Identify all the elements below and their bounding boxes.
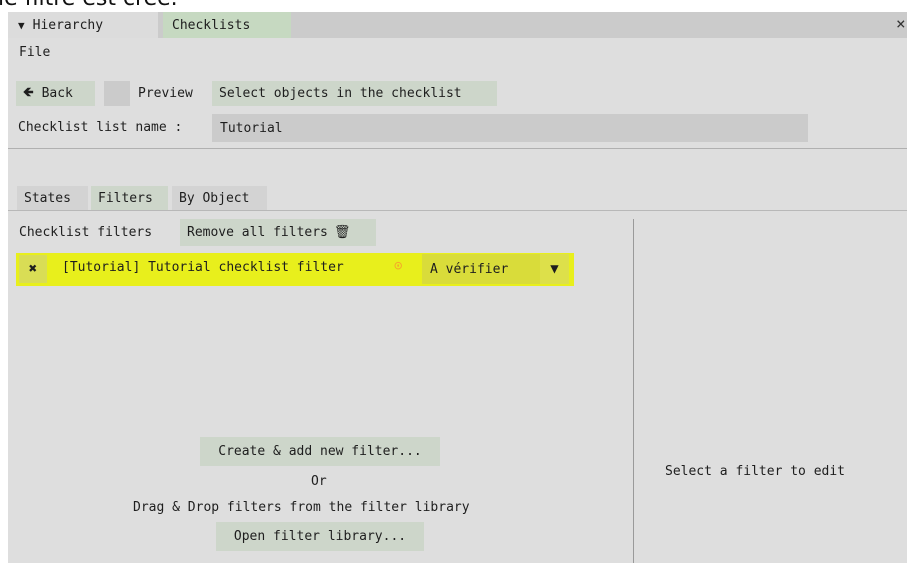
- state-dropdown-value: A vérifier: [430, 261, 509, 277]
- open-filter-library-button[interactable]: Open filter library...: [216, 522, 424, 551]
- checklist-name-label: Checklist list name :: [18, 120, 183, 135]
- select-objects-button[interactable]: Select objects in the checklist: [212, 81, 497, 106]
- trash-icon: 🗑: [333, 225, 351, 240]
- checklist-filters-label: Checklist filters: [19, 225, 153, 240]
- create-filter-button[interactable]: Create & add new filter...: [200, 437, 440, 466]
- panel-divider: [633, 219, 634, 563]
- collapse-triangle-icon: ▼: [18, 18, 25, 32]
- preview-label: Preview: [138, 86, 193, 101]
- or-text: Or: [311, 474, 327, 489]
- remove-all-filters-label: Remove all filters: [187, 225, 328, 240]
- back-label: Back: [41, 86, 73, 101]
- subtab-underline: [8, 210, 907, 211]
- dropdown-arrow-icon: ▼: [550, 261, 559, 277]
- separator: [8, 148, 907, 149]
- subtab-by-object[interactable]: By Object: [172, 186, 267, 210]
- filter-name[interactable]: [Tutorial] Tutorial checklist filter: [62, 260, 344, 275]
- tab-checklists-label: Checklists: [172, 17, 251, 33]
- back-arrow-icon: 🡸: [23, 84, 34, 100]
- subtab-states[interactable]: States: [17, 186, 88, 210]
- state-dropdown-toggle[interactable]: ▼: [540, 254, 569, 284]
- remove-all-filters-button[interactable]: Remove all filters 🗑: [180, 219, 376, 246]
- edit-panel-placeholder: Select a filter to edit: [665, 464, 846, 479]
- tab-hierarchy-label: Hierarchy: [32, 17, 104, 33]
- tab-hierarchy[interactable]: ▼ Hierarchy: [8, 12, 158, 38]
- preview-checkbox[interactable]: [104, 81, 130, 106]
- remove-filter-button[interactable]: ✖: [19, 255, 47, 283]
- status-circle-icon: ⊙: [394, 258, 403, 274]
- back-button[interactable]: 🡸 Back: [16, 81, 95, 106]
- state-dropdown[interactable]: A vérifier: [422, 254, 540, 284]
- checklist-name-field[interactable]: Tutorial: [212, 114, 808, 142]
- close-icon[interactable]: ×: [896, 14, 906, 33]
- drag-drop-text: Drag & Drop filters from the filter libr…: [133, 500, 470, 515]
- checklist-name-value: Tutorial: [220, 120, 283, 136]
- close-x-icon: ✖: [28, 261, 38, 277]
- subtab-filters[interactable]: Filters: [91, 186, 168, 210]
- menu-file[interactable]: File: [19, 45, 50, 60]
- tab-checklists[interactable]: Checklists: [163, 12, 291, 38]
- caption-fragment: le filtre est créé.: [0, 0, 178, 11]
